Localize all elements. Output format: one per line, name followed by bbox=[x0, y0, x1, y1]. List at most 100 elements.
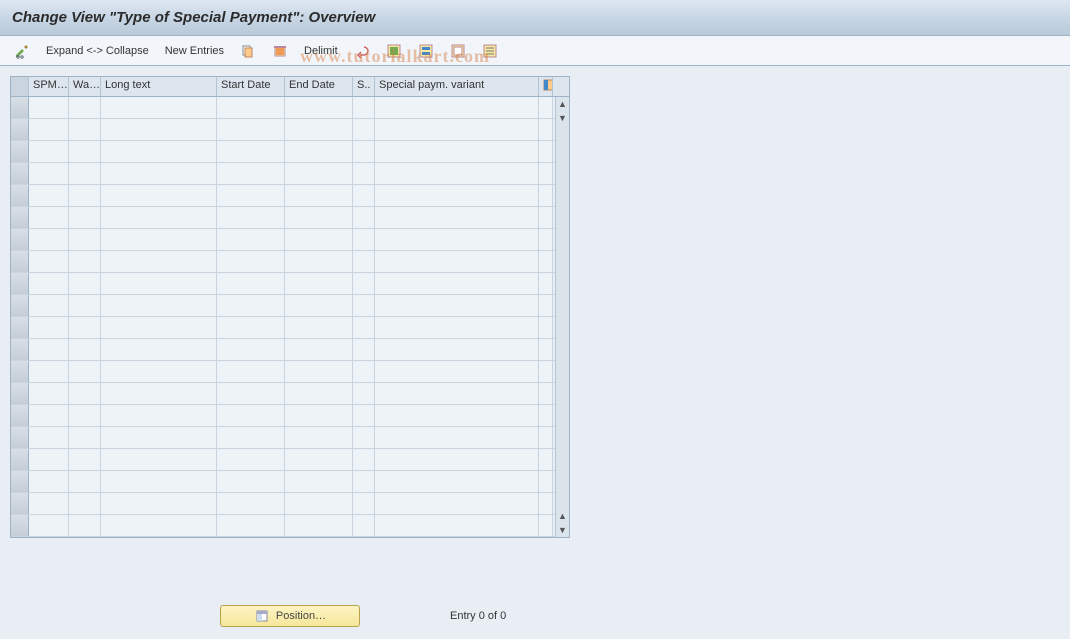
cell-s[interactable] bbox=[353, 273, 375, 294]
cell-start-date[interactable] bbox=[217, 185, 285, 206]
cell-long-text[interactable] bbox=[101, 273, 217, 294]
table-row[interactable] bbox=[11, 493, 569, 515]
cell-long-text[interactable] bbox=[101, 405, 217, 426]
cell-s[interactable] bbox=[353, 295, 375, 316]
table-row[interactable] bbox=[11, 361, 569, 383]
cell-spv[interactable] bbox=[375, 471, 539, 492]
cell-wa[interactable] bbox=[69, 449, 101, 470]
cell-s[interactable] bbox=[353, 515, 375, 536]
copy-button[interactable] bbox=[236, 40, 260, 62]
cell-end-date[interactable] bbox=[285, 361, 353, 382]
cell-long-text[interactable] bbox=[101, 295, 217, 316]
table-row[interactable] bbox=[11, 119, 569, 141]
cell-spv[interactable] bbox=[375, 97, 539, 118]
cell-spm[interactable] bbox=[29, 361, 69, 382]
row-selector[interactable] bbox=[11, 229, 29, 250]
cell-wa[interactable] bbox=[69, 515, 101, 536]
cell-s[interactable] bbox=[353, 119, 375, 140]
cell-wa[interactable] bbox=[69, 119, 101, 140]
cell-spv[interactable] bbox=[375, 449, 539, 470]
cell-end-date[interactable] bbox=[285, 449, 353, 470]
cell-spv[interactable] bbox=[375, 515, 539, 536]
cell-start-date[interactable] bbox=[217, 427, 285, 448]
cell-spv[interactable] bbox=[375, 317, 539, 338]
scrollbar-track[interactable] bbox=[556, 125, 569, 509]
cell-spm[interactable] bbox=[29, 471, 69, 492]
cell-start-date[interactable] bbox=[217, 339, 285, 360]
row-selector[interactable] bbox=[11, 163, 29, 184]
vertical-scrollbar[interactable]: ▲ ▼ ▲ ▼ bbox=[555, 97, 569, 537]
table-row[interactable] bbox=[11, 141, 569, 163]
table-row[interactable] bbox=[11, 317, 569, 339]
cell-spm[interactable] bbox=[29, 405, 69, 426]
row-selector[interactable] bbox=[11, 471, 29, 492]
cell-spv[interactable] bbox=[375, 339, 539, 360]
cell-start-date[interactable] bbox=[217, 405, 285, 426]
cell-start-date[interactable] bbox=[217, 163, 285, 184]
table-row[interactable] bbox=[11, 515, 569, 537]
cell-s[interactable] bbox=[353, 185, 375, 206]
table-row[interactable] bbox=[11, 251, 569, 273]
cell-spv[interactable] bbox=[375, 119, 539, 140]
cell-spm[interactable] bbox=[29, 207, 69, 228]
cell-end-date[interactable] bbox=[285, 339, 353, 360]
cell-s[interactable] bbox=[353, 449, 375, 470]
select-block-button[interactable] bbox=[414, 40, 438, 62]
cell-end-date[interactable] bbox=[285, 493, 353, 514]
cell-long-text[interactable] bbox=[101, 317, 217, 338]
cell-long-text[interactable] bbox=[101, 427, 217, 448]
cell-wa[interactable] bbox=[69, 427, 101, 448]
row-selector[interactable] bbox=[11, 317, 29, 338]
configure-button[interactable] bbox=[478, 40, 502, 62]
column-header-spv[interactable]: Special paym. variant bbox=[375, 77, 539, 96]
cell-start-date[interactable] bbox=[217, 97, 285, 118]
row-selector[interactable] bbox=[11, 295, 29, 316]
cell-spm[interactable] bbox=[29, 317, 69, 338]
cell-end-date[interactable] bbox=[285, 97, 353, 118]
cell-end-date[interactable] bbox=[285, 471, 353, 492]
position-button[interactable]: Position… bbox=[220, 605, 360, 627]
cell-start-date[interactable] bbox=[217, 361, 285, 382]
cell-s[interactable] bbox=[353, 471, 375, 492]
cell-long-text[interactable] bbox=[101, 119, 217, 140]
row-selector[interactable] bbox=[11, 185, 29, 206]
cell-spm[interactable] bbox=[29, 295, 69, 316]
column-header-s[interactable]: S.. bbox=[353, 77, 375, 96]
undo-button[interactable] bbox=[350, 40, 374, 62]
cell-spv[interactable] bbox=[375, 493, 539, 514]
table-row[interactable] bbox=[11, 295, 569, 317]
cell-end-date[interactable] bbox=[285, 405, 353, 426]
table-row[interactable] bbox=[11, 97, 569, 119]
cell-long-text[interactable] bbox=[101, 493, 217, 514]
cell-long-text[interactable] bbox=[101, 185, 217, 206]
delete-button[interactable] bbox=[268, 40, 292, 62]
cell-wa[interactable] bbox=[69, 97, 101, 118]
cell-long-text[interactable] bbox=[101, 163, 217, 184]
row-selector[interactable] bbox=[11, 339, 29, 360]
row-selector[interactable] bbox=[11, 405, 29, 426]
cell-start-date[interactable] bbox=[217, 515, 285, 536]
cell-end-date[interactable] bbox=[285, 229, 353, 250]
cell-s[interactable] bbox=[353, 405, 375, 426]
scroll-up-step-button[interactable]: ▲ bbox=[556, 509, 569, 523]
cell-spv[interactable] bbox=[375, 405, 539, 426]
cell-long-text[interactable] bbox=[101, 361, 217, 382]
table-row[interactable] bbox=[11, 207, 569, 229]
cell-spm[interactable] bbox=[29, 383, 69, 404]
row-selector[interactable] bbox=[11, 427, 29, 448]
cell-wa[interactable] bbox=[69, 317, 101, 338]
row-selector[interactable] bbox=[11, 97, 29, 118]
cell-start-date[interactable] bbox=[217, 449, 285, 470]
cell-spv[interactable] bbox=[375, 229, 539, 250]
row-selector[interactable] bbox=[11, 515, 29, 536]
cell-wa[interactable] bbox=[69, 493, 101, 514]
cell-end-date[interactable] bbox=[285, 141, 353, 162]
cell-spm[interactable] bbox=[29, 493, 69, 514]
cell-wa[interactable] bbox=[69, 339, 101, 360]
cell-wa[interactable] bbox=[69, 251, 101, 272]
cell-end-date[interactable] bbox=[285, 295, 353, 316]
cell-start-date[interactable] bbox=[217, 229, 285, 250]
cell-end-date[interactable] bbox=[285, 317, 353, 338]
column-config-button[interactable] bbox=[539, 77, 553, 96]
cell-wa[interactable] bbox=[69, 295, 101, 316]
